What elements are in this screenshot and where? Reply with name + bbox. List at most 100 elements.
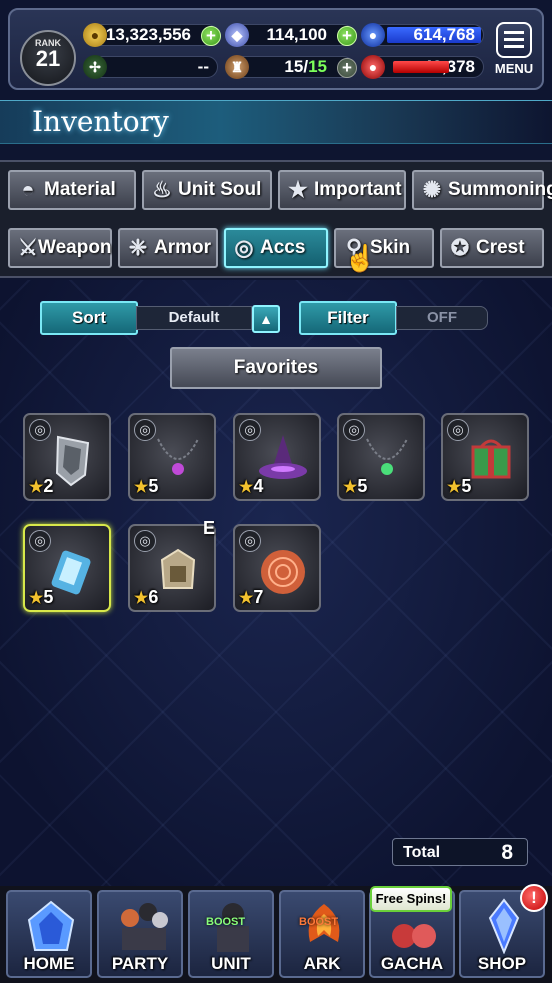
inventory-item[interactable]: ◎ ★5 — [441, 413, 529, 501]
arena-orb-icon: ● — [361, 55, 385, 79]
lapis-value: 114,100 — [266, 25, 327, 44]
tab-material[interactable]: ◓ Material — [8, 170, 136, 210]
item-total: Total 8 — [392, 838, 528, 866]
gil-coin-icon: ● — [83, 23, 107, 47]
sort-button[interactable]: Sort — [40, 301, 138, 335]
rarity: ★5 — [29, 587, 53, 608]
crest-icon: ✪ — [450, 235, 470, 260]
rarity-value: 7 — [253, 587, 264, 607]
tab-weapon[interactable]: ⚔ Weapon — [8, 228, 112, 268]
tab-accs[interactable]: ◎ Accs — [224, 228, 328, 268]
tab-armor[interactable]: ❈ Armor — [118, 228, 218, 268]
filter-value: OFF — [396, 306, 488, 330]
star-icon: ★ — [29, 479, 44, 496]
sort-order-toggle[interactable]: ▲ — [252, 305, 280, 333]
nav-party[interactable]: PARTY — [97, 890, 183, 978]
total-label: Total — [403, 844, 441, 861]
filter-label: Filter — [327, 308, 369, 327]
nav-label: GACHA — [380, 954, 444, 973]
arena-bar — [393, 61, 449, 73]
rank-badge[interactable]: RANK 21 — [20, 30, 76, 86]
tab-important[interactable]: ★ Important — [278, 170, 406, 210]
gil-counter: ● 13,323,556 + — [83, 23, 221, 47]
inventory-item[interactable]: ◎ ★2 — [23, 413, 111, 501]
bottom-navigation: HOME PARTY BOOST UNIT BOOST ARK GACHA SH… — [0, 886, 552, 983]
arena-counter: ● 43,378 — [361, 55, 484, 79]
inventory-item[interactable]: ◎ ★5 — [128, 413, 216, 501]
total-value: 8 — [501, 841, 513, 864]
weapon-icon: ⚔ — [18, 235, 38, 260]
rank-value: 21 — [35, 46, 61, 71]
star-icon: ★ — [239, 590, 254, 607]
lapis-counter: ◆ 114,100 + — [225, 23, 357, 47]
nav-label: HOME — [23, 954, 75, 973]
rarity: ★5 — [134, 476, 158, 497]
sort-label: Sort — [72, 308, 106, 327]
triangle-up-icon: ▲ — [259, 311, 273, 327]
add-lapis-button[interactable]: + — [337, 26, 357, 46]
tab-label: Armor — [154, 237, 212, 258]
home-crystal-icon — [27, 900, 75, 951]
rarity: ★6 — [134, 587, 158, 608]
free-spins-badge: Free Spins! — [370, 886, 452, 912]
star-icon: ★ — [134, 590, 149, 607]
boost-tag: BOOST — [206, 916, 246, 928]
hand-cursor-icon: ☝ — [344, 243, 377, 273]
star-icon: ★ — [447, 479, 462, 496]
inventory-item[interactable]: ◎ ★4 — [233, 413, 321, 501]
status-panel: RANK 21 ● 13,323,556 + ◆ 114,100 + ● 614… — [8, 8, 544, 90]
gil-value: 13,323,556 — [105, 25, 191, 44]
inventory-item[interactable]: ◎ ★5 — [337, 413, 425, 501]
tab-crest[interactable]: ✪ Crest — [440, 228, 544, 268]
unit-soul-icon: ♨ — [152, 177, 172, 202]
inventory-header: Inventory — [0, 100, 552, 144]
star-icon: ★ — [134, 479, 149, 496]
lapis-crystal-icon: ◆ — [225, 23, 249, 47]
unknown-counter: ✢ -- — [83, 55, 218, 79]
rarity: ★5 — [447, 476, 471, 497]
tab-label: Unit Soul — [178, 179, 262, 200]
nav-home[interactable]: HOME — [6, 890, 92, 978]
rarity: ★4 — [239, 476, 263, 497]
rarity-value: 2 — [43, 476, 54, 496]
material-icon: ◓ — [21, 177, 35, 202]
equipped-marker: E — [203, 518, 216, 538]
favorites-button[interactable]: Favorites — [170, 347, 382, 389]
armor-icon: ❈ — [128, 235, 148, 260]
rarity: ★2 — [29, 476, 53, 497]
tab-unit-soul[interactable]: ♨ Unit Soul — [142, 170, 272, 210]
inventory-item[interactable]: ◎ ★5 — [23, 524, 111, 612]
add-gil-button[interactable]: + — [201, 26, 221, 46]
rarity: ★5 — [343, 476, 367, 497]
nav-label: SHOP — [477, 954, 527, 973]
hamburger-icon — [496, 22, 532, 58]
nav-label: PARTY — [111, 954, 169, 973]
page-title: Inventory — [32, 105, 169, 138]
rarity-value: 5 — [461, 476, 472, 496]
star-icon: ★ — [343, 479, 358, 496]
tab-label: Accs — [260, 237, 306, 258]
tab-label: Summoning — [448, 179, 552, 200]
tab-label: Weapon — [38, 237, 112, 258]
rarity-value: 5 — [43, 587, 54, 607]
nav-label: ARK — [303, 954, 341, 973]
nav-ark[interactable]: BOOST ARK — [279, 890, 365, 978]
add-capacity-button[interactable]: + — [337, 58, 357, 78]
capacity-value: 15 — [284, 57, 304, 76]
tab-summoning[interactable]: ✺ Summoning — [412, 170, 552, 210]
capacity-max: 15 — [308, 57, 327, 76]
rarity: ★7 — [239, 587, 263, 608]
inventory-tabs: ◓ Material ♨ Unit Soul ★ Important ✺ Sum… — [0, 160, 552, 278]
tab-label: Important — [314, 179, 402, 200]
summoning-icon: ✺ — [422, 177, 442, 202]
energy-value: 614,768 — [413, 25, 475, 44]
rarity-value: 5 — [357, 476, 368, 496]
inventory-item[interactable]: ◎ ★7 — [233, 524, 321, 612]
menu-button[interactable]: MENU — [492, 22, 536, 84]
capacity-icon: ♜ — [225, 55, 249, 79]
star-icon: ★ — [29, 590, 44, 607]
tab-label: Material — [44, 179, 116, 200]
nav-unit[interactable]: BOOST UNIT — [188, 890, 274, 978]
shop-alert-icon: ! — [520, 884, 548, 912]
filter-button[interactable]: Filter — [299, 301, 397, 335]
